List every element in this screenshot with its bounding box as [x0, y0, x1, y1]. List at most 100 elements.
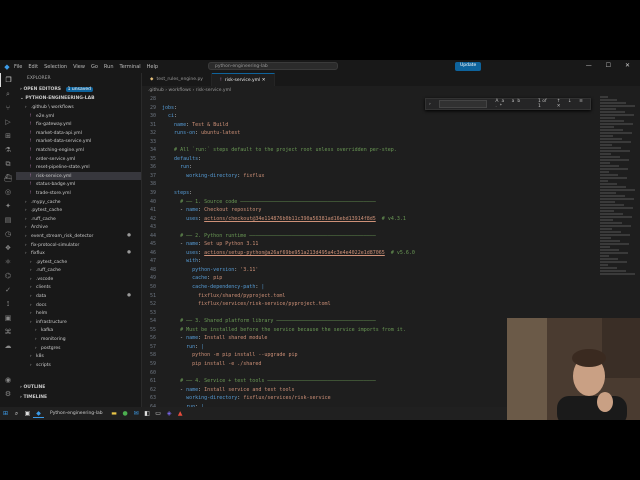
editor-tab[interactable]: ◆ test_rules_engine.py — [142, 73, 212, 86]
chevron-right-icon[interactable]: › — [429, 102, 431, 107]
account-icon[interactable]: ◉ — [0, 373, 16, 387]
tree-file[interactable]: ! reset-pipeline-state.yml — [16, 163, 141, 172]
menu-item[interactable]: File — [14, 64, 22, 70]
tree-file[interactable]: ! order-service.yml — [16, 155, 141, 164]
tree-folder[interactable]: › clients — [16, 283, 141, 292]
cloud-icon[interactable]: ☁ — [0, 339, 16, 353]
outline-section[interactable]: › OUTLINE — [16, 383, 45, 392]
tree-folder[interactable]: › data ● — [16, 292, 141, 301]
tree-folder[interactable]: › .ruff_cache — [16, 266, 141, 275]
explorer-icon[interactable]: ❐ — [0, 73, 16, 87]
graph-icon[interactable]: ⌬ — [0, 269, 16, 283]
menu-item[interactable]: View — [73, 64, 85, 70]
store-icon[interactable]: ◧ — [142, 410, 153, 417]
timeline-section[interactable]: › TIMELINE — [16, 393, 47, 402]
tree-folder[interactable]: › kafka — [16, 326, 141, 335]
menu-item[interactable]: Help — [147, 64, 158, 70]
task-view-icon[interactable]: ▣ — [22, 410, 33, 417]
tree-folder[interactable]: › .pytest_cache — [16, 258, 141, 267]
tree-folder[interactable]: › monitoring — [16, 335, 141, 344]
breadcrumb[interactable]: .github › workflows › risk-service.yml — [142, 86, 640, 95]
tree-file[interactable]: ! market-data-service.yml — [16, 137, 141, 146]
tree-folder[interactable]: › Archive — [16, 223, 141, 232]
beaker-icon[interactable]: ⚛ — [0, 255, 16, 269]
search-icon[interactable]: ⌕ — [0, 87, 16, 101]
tree-file[interactable]: ! trade-store.yml — [16, 189, 141, 198]
tree-folder[interactable]: › .github \ workflows — [16, 103, 141, 112]
tree-file[interactable]: ! status-badge.yml — [16, 180, 141, 189]
minimap-line — [600, 192, 616, 194]
tree-item-label: helm — [36, 311, 48, 317]
window-controls[interactable]: — ☐ ✕ — [586, 62, 636, 69]
tree-folder[interactable]: › .mypy_cache — [16, 198, 141, 207]
active-app-label[interactable]: Python-engineering-lab — [50, 411, 103, 416]
code-text: uses: actions/checkout@34e114876b0b11c39… — [186, 215, 406, 222]
find-options[interactable]: Aa ab .* — [495, 99, 530, 109]
yaml-file-icon: ! — [219, 78, 222, 83]
tree-item-label: fix-gateway.yml — [36, 122, 72, 128]
browser-icon[interactable]: ● — [120, 410, 131, 417]
app-icon[interactable]: ▲ — [175, 410, 186, 417]
folder-icon[interactable]: ▬ — [109, 410, 120, 417]
tree-folder[interactable]: › .vscode — [16, 275, 141, 284]
tree-file[interactable]: ! e2e.yml — [16, 112, 141, 121]
menu-item[interactable]: Edit — [28, 64, 38, 70]
puzzle-icon[interactable]: ❖ — [0, 241, 16, 255]
tree-file[interactable]: ! market-data-api.yml — [16, 129, 141, 138]
tree-file[interactable]: ! risk-service.yml — [16, 171, 141, 181]
taskbar-search-icon[interactable]: ⌕ — [11, 410, 22, 418]
menu-item[interactable]: Terminal — [120, 64, 141, 70]
tree-folder[interactable]: › fix-protocol-simulator — [16, 241, 141, 250]
update-button[interactable]: Update — [455, 62, 482, 71]
code-line: 40 # ── 1. Source code ─────────────────… — [142, 198, 597, 207]
chat-app-icon[interactable]: ◈ — [164, 410, 175, 417]
chat-icon[interactable]: ✦ — [0, 199, 16, 213]
database-icon[interactable]: ◎ — [0, 185, 16, 199]
tree-file[interactable]: ! matching-engine.yml — [16, 146, 141, 155]
find-input[interactable] — [438, 100, 488, 108]
python-icon[interactable]: ⌘ — [0, 325, 16, 339]
tree-file[interactable]: ! fix-gateway.yml — [16, 120, 141, 129]
container-icon[interactable]: ▣ — [0, 311, 16, 325]
vscode-taskbar-icon[interactable]: ◆ — [33, 410, 44, 418]
code-text: defaults: — [174, 155, 202, 162]
close-icon[interactable]: ✕ — [260, 78, 266, 83]
tree-item-label: .mypy_cache — [31, 199, 61, 205]
remote-explorer-icon[interactable]: ⧉ — [0, 157, 16, 171]
history-icon[interactable]: ◷ — [0, 227, 16, 241]
menu-item[interactable]: Go — [91, 64, 98, 70]
run-debug-icon[interactable]: ▷ — [0, 115, 16, 129]
command-center[interactable]: python-engineering-lab — [208, 62, 338, 70]
tree-folder[interactable]: › .pytest_cache — [16, 206, 141, 215]
tree-folder[interactable]: › postgres — [16, 344, 141, 353]
mail-icon[interactable]: ✉ — [131, 410, 142, 417]
find-navigation[interactable]: ↑ ↓ ≡ ✕ — [557, 99, 590, 109]
tree-folder[interactable]: › docs — [16, 301, 141, 310]
extensions-icon[interactable]: ⊞ — [0, 129, 16, 143]
outline-label: OUTLINE — [23, 385, 46, 390]
tree-folder[interactable]: › k8s — [16, 352, 141, 361]
project-section[interactable]: ⌄ PYTHON-ENGINEERING-LAB — [16, 94, 141, 103]
settings-gear-icon[interactable]: ⚙ — [0, 387, 16, 401]
tree-folder[interactable]: › event_stream_risk_detector ● — [16, 232, 141, 241]
menu-item[interactable]: Run — [104, 64, 114, 70]
tree-folder[interactable]: › scripts — [16, 361, 141, 370]
windows-start-icon[interactable]: ⊞ — [0, 410, 11, 417]
code-text: steps: — [174, 190, 193, 197]
tree-folder[interactable]: › helm — [16, 309, 141, 318]
tree-item-label: scripts — [36, 362, 51, 368]
menu-item[interactable]: Selection — [44, 64, 67, 70]
open-editors-section[interactable]: › OPEN EDITORS 1 unsaved — [16, 85, 141, 94]
tree-folder[interactable]: › fixflux ● — [16, 249, 141, 258]
editor-tab[interactable]: ! risk-service.yml ✕ — [211, 73, 275, 86]
source-control-icon[interactable]: ⑂ — [0, 101, 16, 115]
title-bar: ◆ File Edit Selection View Go Run Terminal Help… — [0, 60, 640, 73]
terminal-icon[interactable]: ▭ — [153, 410, 164, 417]
check-icon[interactable]: ✓ — [0, 283, 16, 297]
tree-folder[interactable]: › infrastructure — [16, 318, 141, 327]
tree-folder[interactable]: › .ruff_cache — [16, 215, 141, 224]
git-graph-icon[interactable]: ⟟ — [0, 297, 16, 311]
docker-icon[interactable]: ⛴ — [0, 171, 16, 185]
book-icon[interactable]: ▤ — [0, 213, 16, 227]
testing-icon[interactable]: ⚗ — [0, 143, 16, 157]
